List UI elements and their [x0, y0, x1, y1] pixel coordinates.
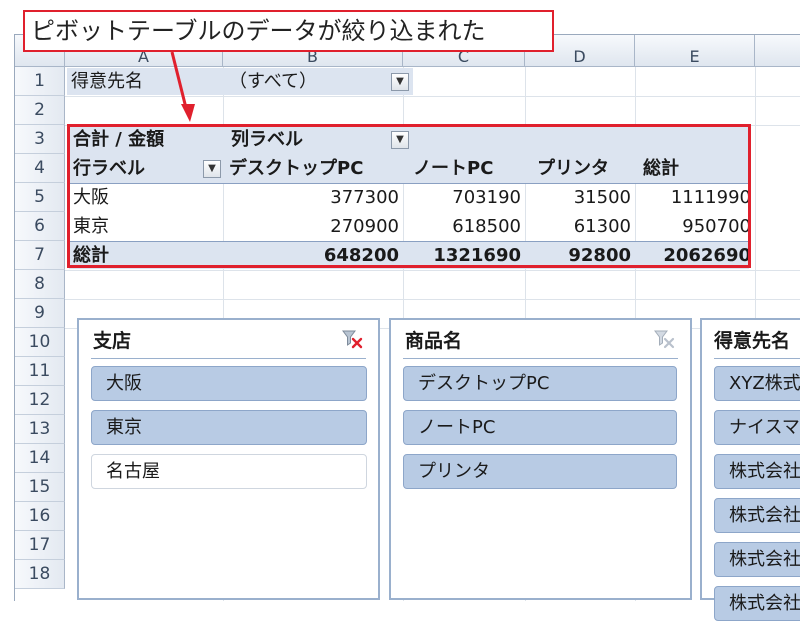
slicer-separator — [91, 358, 366, 359]
report-filter-label: 得意先名 — [71, 71, 143, 92]
grid-line — [65, 299, 800, 300]
row-header-16[interactable]: 16 — [15, 502, 65, 531]
grid-line — [65, 96, 800, 97]
row-header-18[interactable]: 18 — [15, 560, 65, 589]
row-header-13[interactable]: 13 — [15, 415, 65, 444]
clear-filter-icon[interactable] — [341, 328, 363, 350]
chevron-down-icon: ▼ — [396, 76, 404, 87]
slicer-separator — [714, 358, 800, 359]
slicer-item[interactable]: ナイスマート — [714, 410, 800, 445]
slicer-item[interactable]: XYZ株式会社 — [714, 366, 800, 401]
row-header-12[interactable]: 12 — [15, 386, 65, 415]
row-header-8[interactable]: 8 — [15, 270, 65, 299]
slicer-item[interactable]: 東京 — [91, 410, 367, 445]
slicer-item[interactable]: 大阪 — [91, 366, 367, 401]
row-header-7[interactable]: 7 — [15, 241, 65, 270]
slicer-customer[interactable]: 得意先名 XYZ株式会社 ナイスマート 株式会社 株式会社 株式会社 株式会社 — [700, 318, 800, 621]
row-header-9[interactable]: 9 — [15, 299, 65, 328]
row-header-14[interactable]: 14 — [15, 444, 65, 473]
row-header-15[interactable]: 15 — [15, 473, 65, 502]
slicer-item[interactable]: 株式会社 — [714, 586, 800, 621]
row-header-2[interactable]: 2 — [15, 96, 65, 125]
row-header-6[interactable]: 6 — [15, 212, 65, 241]
report-filter-value[interactable]: （すべて） — [229, 67, 317, 96]
slicer-item[interactable]: デスクトップPC — [403, 366, 677, 401]
row-header-5[interactable]: 5 — [15, 183, 65, 212]
slicer-item[interactable]: プリンタ — [403, 454, 677, 489]
row-header-17[interactable]: 17 — [15, 531, 65, 560]
slicer-item[interactable]: ノートPC — [403, 410, 677, 445]
column-header-f[interactable] — [755, 35, 800, 67]
report-filter-dropdown-button[interactable]: ▼ — [391, 73, 409, 91]
grid-line — [65, 270, 800, 271]
row-header-10[interactable]: 10 — [15, 328, 65, 357]
annotation-callout: ピボットテーブルのデータが絞り込まれた — [23, 10, 554, 52]
slicer-product[interactable]: 商品名 デスクトップPC ノートPC プリンタ — [389, 318, 692, 600]
slicer-title: 支店 — [93, 330, 132, 352]
slicer-item[interactable]: 株式会社 — [714, 542, 800, 577]
slicer-separator — [403, 358, 678, 359]
slicer-item[interactable]: 株式会社 — [714, 498, 800, 533]
slicer-item[interactable]: 名古屋 — [91, 454, 367, 489]
row-header-3[interactable]: 3 — [15, 125, 65, 154]
slicer-branch[interactable]: 支店 大阪 東京 名古屋 — [77, 318, 380, 600]
slicer-title: 商品名 — [405, 330, 463, 352]
pivot-highlight-frame — [67, 124, 751, 268]
column-header-e[interactable]: E — [635, 35, 755, 67]
row-header-4[interactable]: 4 — [15, 154, 65, 183]
row-header-1[interactable]: 1 — [15, 67, 65, 96]
clear-filter-icon[interactable] — [653, 328, 675, 350]
row-header-11[interactable]: 11 — [15, 357, 65, 386]
slicer-item[interactable]: 株式会社 — [714, 454, 800, 489]
slicer-title: 得意先名 — [714, 330, 791, 352]
